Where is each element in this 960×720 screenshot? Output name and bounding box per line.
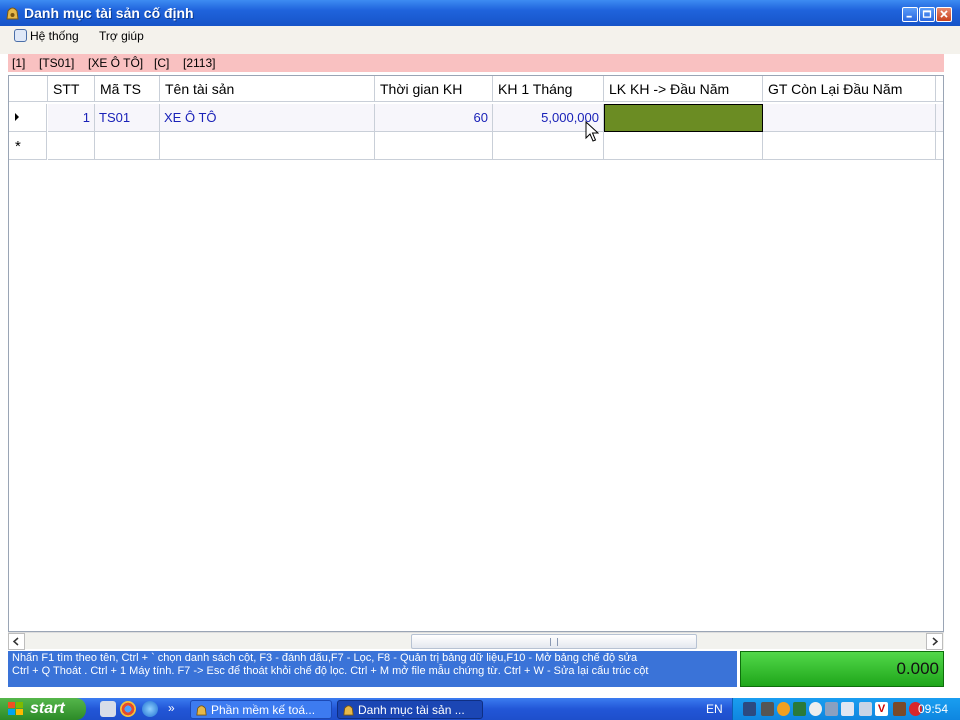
cell-ten-tai-san[interactable]: XE Ô TÔ [160,104,375,132]
app-icon [343,705,354,716]
info-stt: [1] [12,56,26,70]
col-header-lk-kh-dau-nam[interactable]: LK KH -> Đầu Năm [604,76,763,102]
new-row-marker: * [15,138,21,155]
asset-grid[interactable]: STT Mã TS Tên tài sản Thời gian KH KH 1 … [8,75,944,632]
task-phan-mem-ke-toan[interactable]: Phần mềm kế toá... [190,700,332,719]
row-selector[interactable] [9,104,47,132]
col-header-ten-tai-san[interactable]: Tên tài sản [160,76,375,102]
col-header-kh-1-thang[interactable]: KH 1 Tháng [493,76,604,102]
volume-icon[interactable] [761,702,774,716]
new-row-selector[interactable]: * [9,132,47,160]
scroll-right-button[interactable] [926,633,943,650]
scroll-left-button[interactable] [8,633,25,650]
col-header-stt[interactable]: STT [48,76,95,102]
menu-he-thong[interactable]: Hệ thống [14,29,79,43]
help-line-1: Nhấn F1 tìm theo tên, Ctrl + ` chọn danh… [12,652,638,664]
internet-explorer-icon[interactable] [142,701,158,717]
new-cell-next[interactable] [936,132,943,160]
help-line-2: Ctrl + Q Thoát . Ctrl + 1 Máy tính. F7 -… [12,665,649,677]
arrow-right-icon [932,637,939,646]
language-indicator[interactable]: EN [706,702,723,716]
info-account: [2113] [183,56,216,70]
new-cell-lk-kh-dau-nam[interactable] [604,132,763,160]
unikey-icon[interactable] [859,702,872,716]
new-cell-gt-con-lai-dau-nam[interactable] [763,132,936,160]
current-row-icon [15,113,19,121]
row-header-corner [9,76,48,102]
col-header-thoi-gian-kh[interactable]: Thời gian KH [375,76,493,102]
window-title: Danh mục tài sản cố định [24,5,194,21]
display-icon[interactable] [825,702,838,716]
task-label: Danh mục tài sản ... [358,703,465,717]
scroll-grip [550,638,558,646]
cell-gt-con-lai-dau-nam[interactable] [763,104,936,132]
arrow-left-icon [12,637,19,646]
antivirus-icon[interactable]: V [875,702,888,716]
taskbar: start » Phần mềm kế toá... Danh mục tài … [0,698,960,720]
new-cell-ten-tai-san[interactable] [160,132,375,160]
system-tray: V 09:54 [732,698,960,720]
start-label: start [30,700,65,717]
update-icon[interactable] [809,702,822,716]
show-desktop-icon[interactable] [100,701,116,717]
menu-bar: Hệ thống Trợ giúp [0,26,960,46]
task-danh-muc-tai-san[interactable]: Danh mục tài sản ... [337,700,483,719]
window-title-bar[interactable]: Danh mục tài sản cố định [0,0,960,26]
sound-manager-icon[interactable] [893,702,906,716]
new-cell-ma-ts[interactable] [95,132,160,160]
horizontal-scrollbar[interactable] [8,632,944,650]
new-cell-stt[interactable] [48,132,95,160]
app-icon [196,705,207,716]
task-label: Phần mềm kế toá... [211,703,316,717]
minimize-button[interactable] [902,7,918,22]
wifi-icon[interactable] [777,702,790,716]
windows-logo-icon [8,702,23,715]
cell-ma-ts[interactable]: TS01 [95,104,160,132]
usb-icon[interactable] [841,702,854,716]
total-value: 0.000 [740,651,944,687]
app-icon [6,7,19,20]
clock[interactable]: 09:54 [918,702,948,716]
col-header-ma-ts[interactable]: Mã TS [95,76,160,102]
mouse-cursor-icon [585,121,599,142]
menu-he-thong-label: Hệ thống [30,29,79,43]
quicklaunch-more-icon[interactable]: » [168,701,175,715]
table-row[interactable]: 1 TS01 XE Ô TÔ 60 5,000,000 [9,104,943,132]
cell-stt[interactable]: 1 [48,104,95,132]
record-info-bar: [1] [TS01] [XE Ô TÔ] [C] [2113] [8,54,944,72]
menu-tro-giup-label: Trợ giúp [99,29,144,43]
grid-header: STT Mã TS Tên tài sản Thời gian KH KH 1 … [9,76,943,102]
cell-thoi-gian-kh[interactable]: 60 [375,104,493,132]
maximize-icon [922,10,932,18]
info-type: [C] [154,56,170,70]
scroll-thumb[interactable] [411,634,697,649]
close-button[interactable] [936,7,952,22]
new-row[interactable]: * [9,132,943,160]
network-icon[interactable] [743,702,756,716]
keyboard-help-panel: Nhấn F1 tìm theo tên, Ctrl + ` chọn danh… [8,651,737,687]
info-name: [XE Ô TÔ] [88,56,144,70]
cell-next[interactable] [936,104,943,132]
shield-icon[interactable] [793,702,806,716]
chrome-icon[interactable] [120,701,136,717]
info-code: [TS01] [39,56,75,70]
frame-strip [0,46,960,54]
col-header-next[interactable] [936,76,943,102]
close-icon [940,10,948,18]
start-button[interactable]: start [0,698,86,720]
col-header-gt-con-lai-dau-nam[interactable]: GT Còn Lại Đầu Năm [763,76,936,102]
system-icon [14,29,27,42]
menu-tro-giup[interactable]: Trợ giúp [99,29,144,43]
minimize-icon [906,15,912,18]
maximize-button[interactable] [919,7,935,22]
new-cell-thoi-gian-kh[interactable] [375,132,493,160]
cell-lk-kh-dau-nam[interactable] [604,104,763,132]
